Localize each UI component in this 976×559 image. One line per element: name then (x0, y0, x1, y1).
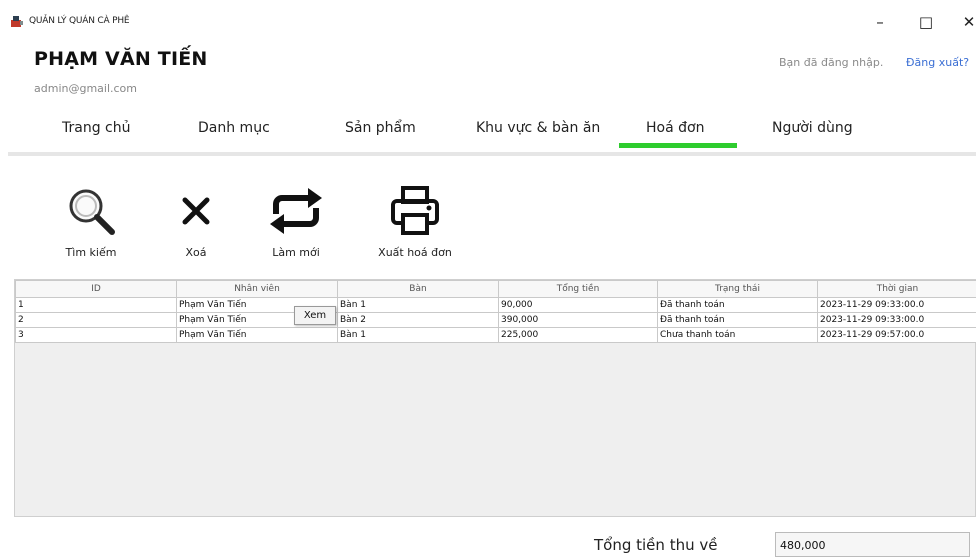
column-header-employee[interactable]: Nhân viên (177, 281, 338, 298)
invoice-table: ID Nhân viên Bàn Tổng tiền Trạng thái Th… (15, 280, 976, 343)
refresh-icon (268, 186, 324, 236)
cell-id: 1 (16, 298, 177, 313)
tab-danh-muc[interactable]: Danh mục (198, 120, 270, 136)
column-header-time[interactable]: Thời gian (818, 281, 976, 298)
export-invoice-button[interactable]: Xuất hoá đơn (370, 182, 460, 259)
cell-time: 2023-11-29 09:33:00.0 (818, 298, 976, 313)
column-header-table[interactable]: Bàn (338, 281, 499, 298)
cell-total: 225,000 (499, 328, 658, 343)
delete-button[interactable]: Xoá (170, 182, 222, 259)
view-popup-menu-item[interactable]: Xem (294, 306, 336, 325)
search-button[interactable]: Tìm kiếm (58, 182, 124, 259)
cell-total: 390,000 (499, 313, 658, 328)
user-name: PHẠM VĂN TIẾN (34, 48, 208, 70)
user-email: admin@gmail.com (34, 82, 137, 95)
tab-nguoi-dung[interactable]: Người dùng (772, 120, 853, 136)
table-row[interactable]: 3 Phạm Văn Tiến Bàn 1 225,000 Chưa thanh… (16, 328, 976, 343)
maximize-button[interactable]: □ (915, 12, 937, 32)
logout-link[interactable]: Đăng xuất? (906, 56, 969, 69)
tab-divider (8, 152, 976, 156)
cell-table: Bàn 2 (338, 313, 499, 328)
active-tab-indicator (619, 143, 737, 148)
cell-table: Bàn 1 (338, 298, 499, 313)
refresh-label: Làm mới (263, 246, 329, 259)
cell-status: Chưa thanh toán (658, 328, 818, 343)
tab-hoa-don[interactable]: Hoá đơn (646, 120, 704, 136)
column-header-status[interactable]: Trạng thái (658, 281, 818, 298)
window-title: QUẢN LÝ QUÁN CÀ PHÊ (29, 16, 129, 26)
cell-status: Đã thanh toán (658, 298, 818, 313)
cell-time: 2023-11-29 09:33:00.0 (818, 313, 976, 328)
tab-khu-vuc-ban-an[interactable]: Khu vực & bàn ăn (476, 120, 600, 136)
export-invoice-label: Xuất hoá đơn (370, 246, 460, 259)
cell-id: 2 (16, 313, 177, 328)
cell-employee: Phạm Văn Tiến (177, 328, 338, 343)
tab-bar: Trang chủ Danh mục Sản phẩm Khu vực & bà… (0, 114, 976, 154)
cell-table: Bàn 1 (338, 328, 499, 343)
close-button[interactable]: ✕ (958, 12, 976, 32)
delete-label: Xoá (170, 246, 222, 259)
minimize-button[interactable]: – (869, 12, 891, 32)
table-row[interactable]: 2 Phạm Văn Tiến Bàn 2 390,000 Đã thanh t… (16, 313, 976, 328)
table-row[interactable]: 1 Phạm Văn Tiến Bàn 1 90,000 Đã thanh to… (16, 298, 976, 313)
title-bar: QUẢN LÝ QUÁN CÀ PHÊ – □ ✕ (0, 0, 976, 44)
cell-total: 90,000 (499, 298, 658, 313)
tab-san-pham[interactable]: Sản phẩm (345, 120, 416, 136)
refresh-button[interactable]: Làm mới (263, 182, 329, 259)
magnifier-icon (65, 185, 117, 237)
search-label: Tìm kiếm (58, 246, 124, 259)
cell-status: Đã thanh toán (658, 313, 818, 328)
invoice-table-container: ID Nhân viên Bàn Tổng tiền Trạng thái Th… (14, 279, 976, 517)
x-icon (179, 194, 213, 228)
column-header-id[interactable]: ID (16, 281, 177, 298)
printer-icon (389, 185, 441, 237)
logged-in-text: Bạn đã đăng nhập. (779, 56, 883, 69)
app-icon (10, 15, 24, 28)
cell-time: 2023-11-29 09:57:00.0 (818, 328, 976, 343)
column-header-total[interactable]: Tổng tiền (499, 281, 658, 298)
tab-trang-chu[interactable]: Trang chủ (62, 120, 130, 136)
total-revenue-field: 480,000 (775, 532, 970, 557)
total-revenue-label: Tổng tiền thu về (594, 536, 717, 554)
cell-id: 3 (16, 328, 177, 343)
table-header-row: ID Nhân viên Bàn Tổng tiền Trạng thái Th… (16, 281, 976, 298)
